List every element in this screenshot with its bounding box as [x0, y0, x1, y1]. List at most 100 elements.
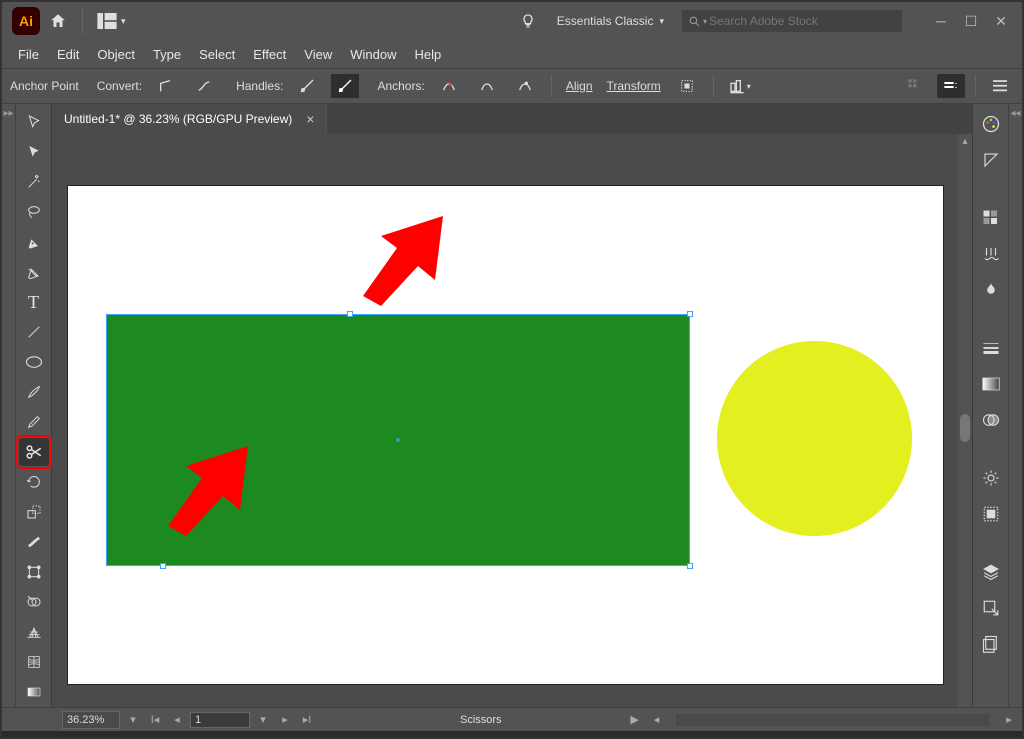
gradient-tool[interactable] — [19, 678, 49, 706]
layers-panel-button[interactable] — [977, 558, 1005, 586]
maximize-button[interactable]: ☐ — [962, 12, 980, 30]
shape-builder-tool[interactable] — [19, 588, 49, 616]
symbols-panel-button[interactable] — [977, 276, 1005, 304]
color-guide-panel-button[interactable] — [977, 146, 1005, 174]
document-tab[interactable]: Untitled-1* @ 36.23% (RGB/GPU Preview) × — [52, 104, 327, 134]
transform-icon — [26, 564, 42, 580]
pen-tool[interactable] — [19, 228, 49, 256]
scissors-tool[interactable] — [19, 438, 49, 466]
convert-corner-button[interactable] — [152, 74, 180, 98]
last-artboard-button[interactable]: ▸I — [298, 712, 316, 728]
align-to-button[interactable]: ▾ — [726, 74, 754, 98]
selection-handle-tr[interactable] — [687, 311, 693, 317]
handles-hide-button[interactable] — [331, 74, 359, 98]
next-artboard-button[interactable]: ▸ — [276, 712, 294, 728]
preferences-button[interactable] — [937, 74, 965, 98]
scale-tool[interactable] — [19, 498, 49, 526]
workspace-switcher[interactable]: Essentials Classic ▾ — [549, 10, 672, 32]
transform-link[interactable]: Transform — [605, 79, 663, 93]
discover-button[interactable] — [517, 10, 539, 32]
anchor-point-bottom[interactable] — [160, 563, 166, 569]
horizontal-scrollbar[interactable] — [676, 714, 990, 726]
grid-icon — [907, 78, 923, 94]
mesh-tool[interactable] — [19, 648, 49, 676]
left-collapse-rail[interactable]: ▸▸ — [2, 104, 16, 707]
type-tool[interactable]: T — [19, 288, 49, 316]
pencil-tool[interactable] — [19, 408, 49, 436]
search-input[interactable] — [709, 14, 889, 28]
anchor-connect-button[interactable] — [473, 74, 501, 98]
menu-edit[interactable]: Edit — [57, 47, 79, 62]
scroll-right-button[interactable]: ▸ — [1000, 712, 1018, 728]
rotate-tool[interactable] — [19, 468, 49, 496]
align-link[interactable]: Align — [564, 79, 595, 93]
menu-view[interactable]: View — [304, 47, 332, 62]
minimize-button[interactable]: ─ — [932, 12, 950, 30]
green-rectangle-shape[interactable] — [107, 315, 689, 565]
transparency-panel-button[interactable] — [977, 406, 1005, 434]
zoom-dropdown[interactable]: ▾ — [124, 712, 142, 728]
appearance-panel-button[interactable] — [977, 464, 1005, 492]
home-button[interactable] — [46, 9, 70, 33]
menu-type[interactable]: Type — [153, 47, 181, 62]
close-button[interactable]: ✕ — [992, 12, 1010, 30]
width-tool[interactable] — [19, 528, 49, 556]
isolate-button[interactable] — [673, 74, 701, 98]
expand-icon: ◂◂ — [1010, 108, 1020, 119]
selection-handle-br[interactable] — [687, 563, 693, 569]
first-artboard-button[interactable]: I◂ — [146, 712, 164, 728]
line-tool[interactable] — [19, 318, 49, 346]
scroll-left-button[interactable]: ◂ — [648, 712, 666, 728]
workspace-label: Essentials Classic — [557, 14, 654, 28]
magic-wand-tool[interactable] — [19, 168, 49, 196]
direct-selection-tool[interactable] — [19, 138, 49, 166]
graphic-styles-panel-button[interactable] — [977, 500, 1005, 528]
menu-effect[interactable]: Effect — [253, 47, 286, 62]
ellipse-tool[interactable] — [19, 348, 49, 376]
handles-show-button[interactable] — [293, 74, 321, 98]
anchor-point-top[interactable] — [347, 311, 353, 317]
zoom-level[interactable]: 36.23% — [62, 711, 120, 729]
curvature-tool[interactable] — [19, 258, 49, 286]
search-stock[interactable]: ▾ — [682, 10, 902, 32]
color-panel-button[interactable] — [977, 110, 1005, 138]
menu-object[interactable]: Object — [97, 47, 135, 62]
scroll-up-button[interactable]: ▴ — [958, 136, 972, 147]
stroke-panel-button[interactable] — [977, 334, 1005, 362]
menu-select[interactable]: Select — [199, 47, 235, 62]
status-menu-button[interactable]: ▶ — [626, 712, 644, 728]
tab-close-button[interactable]: × — [306, 111, 314, 127]
transparency-icon — [982, 411, 1000, 429]
free-transform-tool[interactable] — [19, 558, 49, 586]
brushes-panel-button[interactable] — [977, 240, 1005, 268]
artboard-dropdown[interactable]: ▾ — [254, 712, 272, 728]
layers-icon — [982, 563, 1000, 581]
lasso-tool[interactable] — [19, 198, 49, 226]
current-tool-label: Scissors — [460, 714, 502, 726]
vertical-scrollbar[interactable]: ▴ — [958, 134, 972, 707]
asset-export-panel-button[interactable] — [977, 594, 1005, 622]
grid-options-button[interactable] — [901, 74, 929, 98]
swatches-panel-button[interactable] — [977, 204, 1005, 232]
canvas[interactable]: ▴ — [52, 134, 972, 707]
anchor-remove-button[interactable] — [435, 74, 463, 98]
panel-menu-icon[interactable] — [986, 74, 1014, 98]
anchor-cut-button[interactable] — [511, 74, 539, 98]
paintbrush-tool[interactable] — [19, 378, 49, 406]
convert-smooth-button[interactable] — [190, 74, 218, 98]
artboard-index-input[interactable]: 1 — [190, 712, 250, 728]
selection-tool[interactable] — [19, 108, 49, 136]
arrange-documents[interactable]: ▾ — [97, 13, 126, 29]
perspective-grid-tool[interactable] — [19, 618, 49, 646]
prev-artboard-button[interactable]: ◂ — [168, 712, 186, 728]
menu-file[interactable]: File — [18, 47, 39, 62]
yellow-circle-shape[interactable] — [717, 341, 912, 536]
scroll-thumb[interactable] — [960, 414, 970, 442]
artboard — [68, 186, 943, 684]
gradient-panel-button[interactable] — [977, 370, 1005, 398]
artboards-panel-button[interactable] — [977, 630, 1005, 658]
menu-window[interactable]: Window — [350, 47, 396, 62]
color-guide-icon — [982, 151, 1000, 169]
right-collapse-rail[interactable]: ◂◂ — [1008, 104, 1022, 707]
menu-help[interactable]: Help — [414, 47, 441, 62]
